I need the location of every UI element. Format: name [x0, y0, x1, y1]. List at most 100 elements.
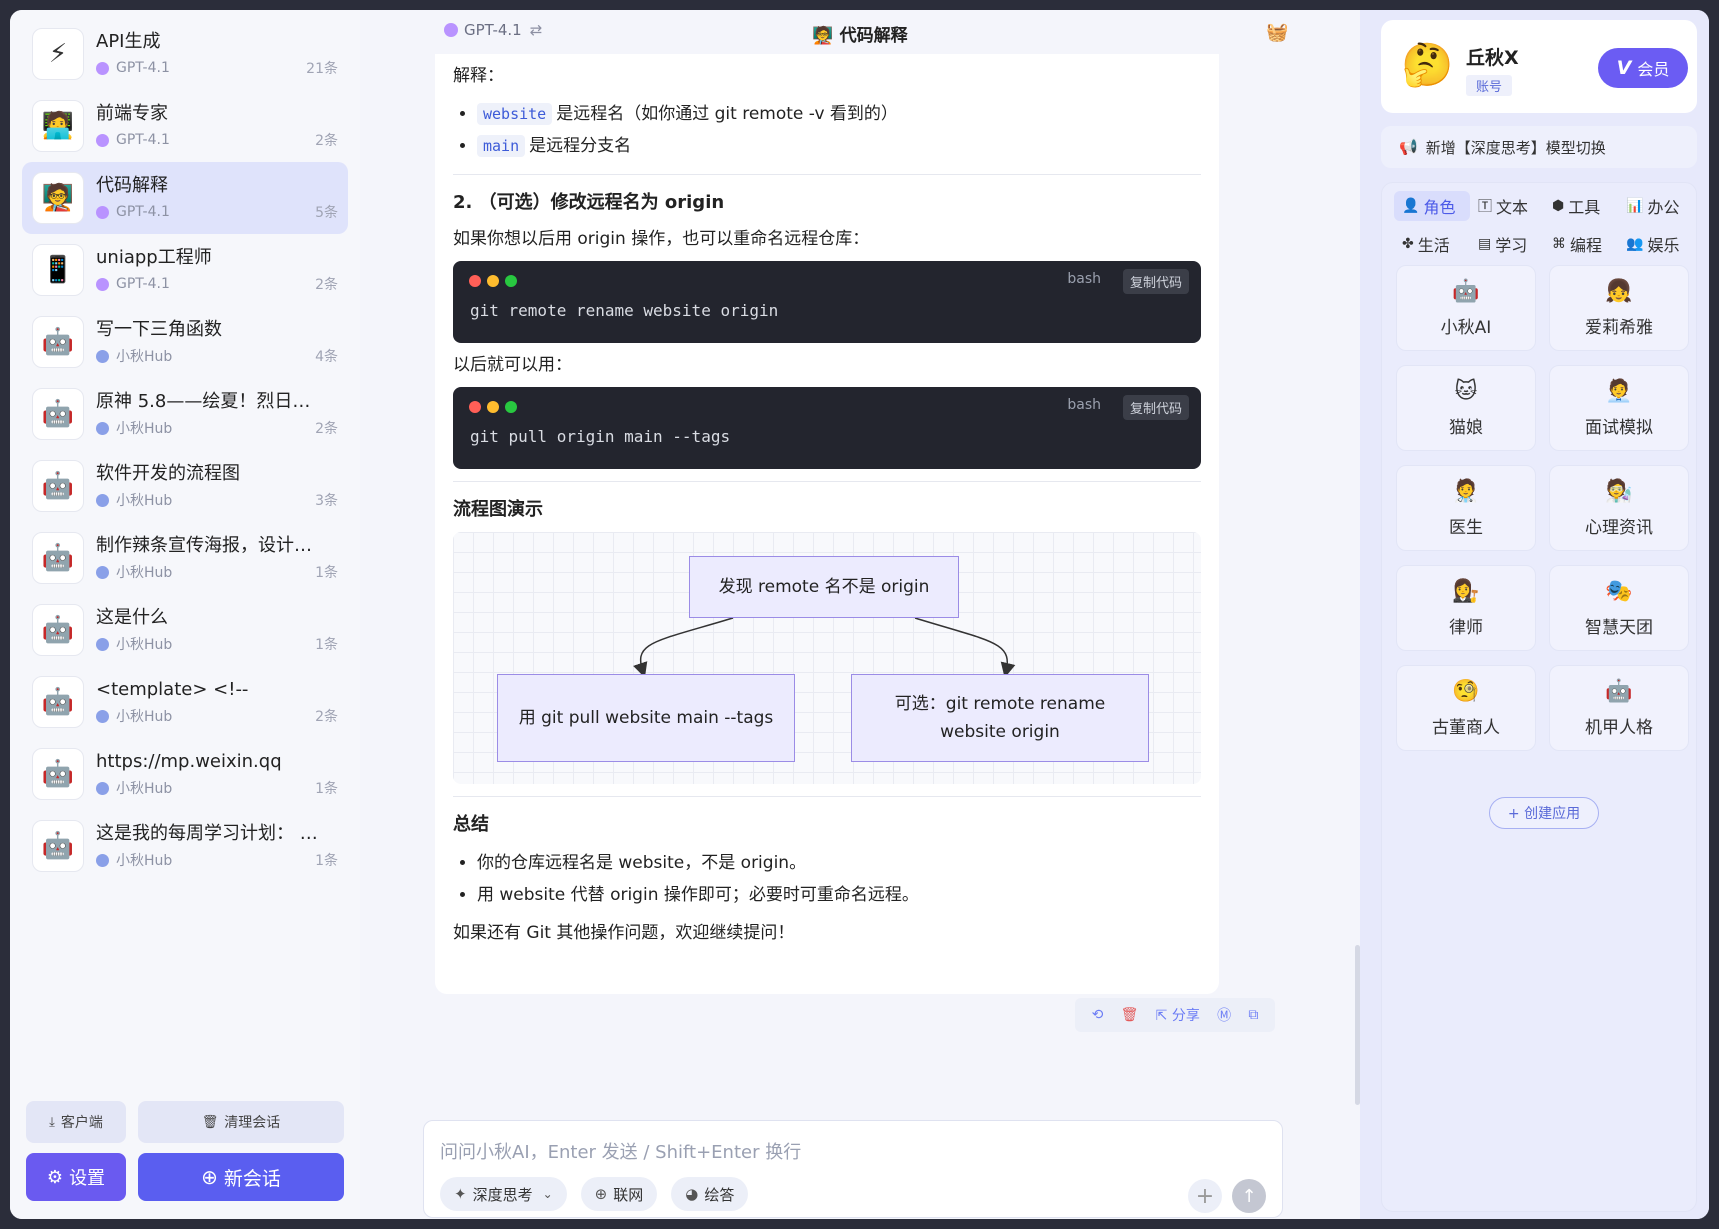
share-button[interactable]: ⇱ 分享 — [1156, 1005, 1200, 1025]
code-icon: ⌘ — [1552, 236, 1566, 252]
window-dots-icon — [469, 275, 517, 287]
attach-button[interactable]: + — [1188, 1179, 1222, 1213]
conversation-item[interactable]: 🤖 制作辣条宣传海报，设计与… 小秋Hub 1条 — [22, 522, 348, 594]
role-card[interactable]: 🧐 古董商人 — [1396, 665, 1536, 751]
role-card[interactable]: 🎭 智慧天团 — [1549, 565, 1689, 651]
category-tab[interactable]: ⬢ 工具 — [1544, 191, 1618, 221]
trash-icon: 🗑 — [201, 1114, 219, 1129]
client-button[interactable]: ⤓ 客户端 — [26, 1101, 126, 1143]
category-tab[interactable]: 👤 角色 — [1394, 191, 1470, 221]
web-search-toggle[interactable]: ⊕ 联网 — [580, 1177, 658, 1211]
conversation-item[interactable]: 🤖 这是什么 小秋Hub 1条 — [22, 594, 348, 666]
gear-icon: ⚙ — [46, 1166, 64, 1187]
category-tab[interactable]: 👥 娱乐 — [1618, 229, 1692, 259]
basket-icon[interactable]: 🧺 — [1266, 22, 1288, 43]
copy-icon[interactable]: ⧉ — [1248, 1007, 1258, 1023]
send-button[interactable]: ↑ — [1232, 1179, 1266, 1213]
conversation-title: uniapp工程师 — [96, 247, 212, 268]
model-icon — [96, 421, 109, 435]
role-label: 机甲人格 — [1585, 717, 1653, 738]
input-tools: ✦ 深度思考 ⌄ ⊕ 联网 ◕ 绘答 — [440, 1177, 749, 1211]
conversation-body: 代码解释 GPT-4.1 5条 — [96, 174, 338, 222]
category-tab[interactable]: 📊 办公 — [1618, 191, 1692, 221]
conversation-meta: GPT-4.1 21条 — [96, 58, 338, 78]
category-tab[interactable]: ✤ 生活 — [1394, 229, 1470, 259]
explanation-list: website是远程名（如你通过 git remote -v 看到的） main… — [477, 98, 1201, 162]
category-tab[interactable]: ⌘ 编程 — [1544, 229, 1618, 259]
conversation-meta: GPT-4.1 2条 — [96, 130, 338, 150]
sidebar-actions: ⤓ 客户端 🗑 清理会话 ⚙ 设置 ⊕ 新会话 — [26, 1101, 344, 1211]
role-card[interactable]: 🐱 猫娘 — [1396, 365, 1536, 451]
code-block: bash 复制代码 git remote rename website orig… — [453, 261, 1201, 343]
delete-icon[interactable]: 🗑 — [1121, 1007, 1139, 1023]
clear-sessions-button[interactable]: 🗑 清理会话 — [138, 1101, 344, 1143]
flow-node-pull: 用 git pull website main --tags — [497, 674, 795, 762]
conversation-model: 小秋Hub — [116, 781, 173, 797]
conversation-item[interactable]: 🤖 这是我的每周学习计划： 每… 小秋Hub 1条 — [22, 810, 348, 882]
conversation-model: GPT-4.1 — [116, 132, 170, 148]
list-item: 你的仓库远程名是 website，不是 origin。 — [477, 847, 1201, 879]
conversation-item[interactable]: 🧑‍💻 前端专家 GPT-4.1 2条 — [22, 90, 348, 162]
code-language: bash — [1067, 271, 1101, 287]
message-count: 1条 — [315, 637, 338, 653]
category-label: 生活 — [1417, 236, 1450, 255]
deep-think-toggle[interactable]: ✦ 深度思考 ⌄ — [440, 1177, 567, 1211]
conversation-item[interactable]: 📱 uniapp工程师 GPT-4.1 2条 — [22, 234, 348, 306]
role-card[interactable]: 🧑‍💼 面试模拟 — [1549, 365, 1689, 451]
conversation-item[interactable]: 🤖 <template> <!-- 小秋Hub 2条 — [22, 666, 348, 738]
avatar[interactable]: 🤔 — [1401, 40, 1453, 90]
draw-toggle[interactable]: ◕ 绘答 — [671, 1177, 749, 1211]
role-card[interactable]: 🧑‍🔬 心理资讯 — [1549, 465, 1689, 551]
robot-crown-icon: 🤖 — [32, 748, 84, 800]
role-card[interactable]: 🧑‍⚕️ 医生 — [1396, 465, 1536, 551]
flow-node-rename: 可选：git remote rename website origin — [851, 674, 1149, 762]
category-tab[interactable]: 🅃 文本 — [1470, 191, 1544, 221]
role-card[interactable]: 👧 爱莉希雅 — [1549, 265, 1689, 351]
conversation-item[interactable]: 🧑‍🏫 代码解释 GPT-4.1 5条 — [22, 162, 348, 234]
settings-button[interactable]: ⚙ 设置 — [26, 1153, 126, 1201]
anime-girl-icon: 👧 — [1605, 278, 1633, 304]
vip-button[interactable]: V 会员 — [1598, 48, 1688, 88]
message-input[interactable]: 问问小秋AI，Enter 发送 / Shift+Enter 换行 — [440, 1138, 801, 1164]
message-count: 3条 — [315, 493, 338, 509]
role-card[interactable]: 🤖 机甲人格 — [1549, 665, 1689, 751]
role-card[interactable]: 👩‍⚖️ 律师 — [1396, 565, 1536, 651]
create-app-button[interactable]: + 创建应用 — [1489, 797, 1599, 829]
cube-icon: ⬢ — [1552, 198, 1565, 214]
role-card[interactable]: 🤖 小秋AI — [1396, 265, 1536, 351]
conversation-body: 制作辣条宣传海报，设计与… 小秋Hub 1条 — [96, 534, 338, 582]
page-title-text: 代码解释 — [839, 26, 908, 46]
copy-code-button[interactable]: 复制代码 — [1122, 395, 1189, 420]
conversation-item[interactable]: 🤖 原神 5.8——绘夏！烈日？… 小秋Hub 2条 — [22, 378, 348, 450]
category-tab[interactable]: ▤ 学习 — [1470, 229, 1544, 259]
model-icon — [96, 133, 109, 147]
model-icon — [96, 853, 109, 867]
account-badge[interactable]: 账号 — [1466, 75, 1513, 96]
copy-code-button[interactable]: 复制代码 — [1122, 269, 1189, 294]
markdown-icon[interactable]: Ⓜ — [1217, 1005, 1231, 1025]
paragraph: 如果你想以后用 origin 操作，也可以重命名远程仓库： — [453, 229, 870, 249]
conversation-title: 原神 5.8——绘夏！烈日？… — [96, 391, 326, 412]
category-label: 办公 — [1647, 198, 1680, 217]
robot-crown-icon: 🤖 — [32, 604, 84, 656]
sparkle-icon: ✦ — [454, 1185, 467, 1203]
code-language: bash — [1067, 397, 1101, 413]
list-item: website是远程名（如你通过 git remote -v 看到的） — [477, 98, 1201, 130]
notice-bar[interactable]: 📢 新增【深度思考】模型切换 — [1381, 126, 1697, 168]
divider — [453, 174, 1201, 175]
conversation-body: 原神 5.8——绘夏！烈日？… 小秋Hub 2条 — [96, 390, 338, 438]
model-icon — [96, 205, 109, 219]
list-item: main是远程分支名 — [477, 130, 1201, 162]
conversation-item[interactable]: 🤖 https://mp.weixin.qq 小秋Hub 1条 — [22, 738, 348, 810]
document-icon: ▤ — [1478, 236, 1492, 252]
conversation-title: 这是我的每周学习计划： 每… — [96, 823, 326, 844]
conversation-title: <template> <!-- — [96, 679, 249, 700]
message-actions: ⟲ 🗑 ⇱ 分享 Ⓜ ⧉ — [1075, 998, 1275, 1032]
conversation-item[interactable]: 🤖 写一下三角函数 小秋Hub 4条 — [22, 306, 348, 378]
conversation-item[interactable]: 🤖 软件开发的流程图 小秋Hub 3条 — [22, 450, 348, 522]
conversation-item[interactable]: ⚡ API生成 GPT-4.1 21条 — [22, 18, 348, 90]
new-chat-button[interactable]: ⊕ 新会话 — [138, 1153, 344, 1201]
conversation-model: 小秋Hub — [116, 421, 173, 437]
regenerate-icon[interactable]: ⟲ — [1092, 1007, 1104, 1023]
puzzle-icon: ✤ — [1402, 236, 1414, 252]
